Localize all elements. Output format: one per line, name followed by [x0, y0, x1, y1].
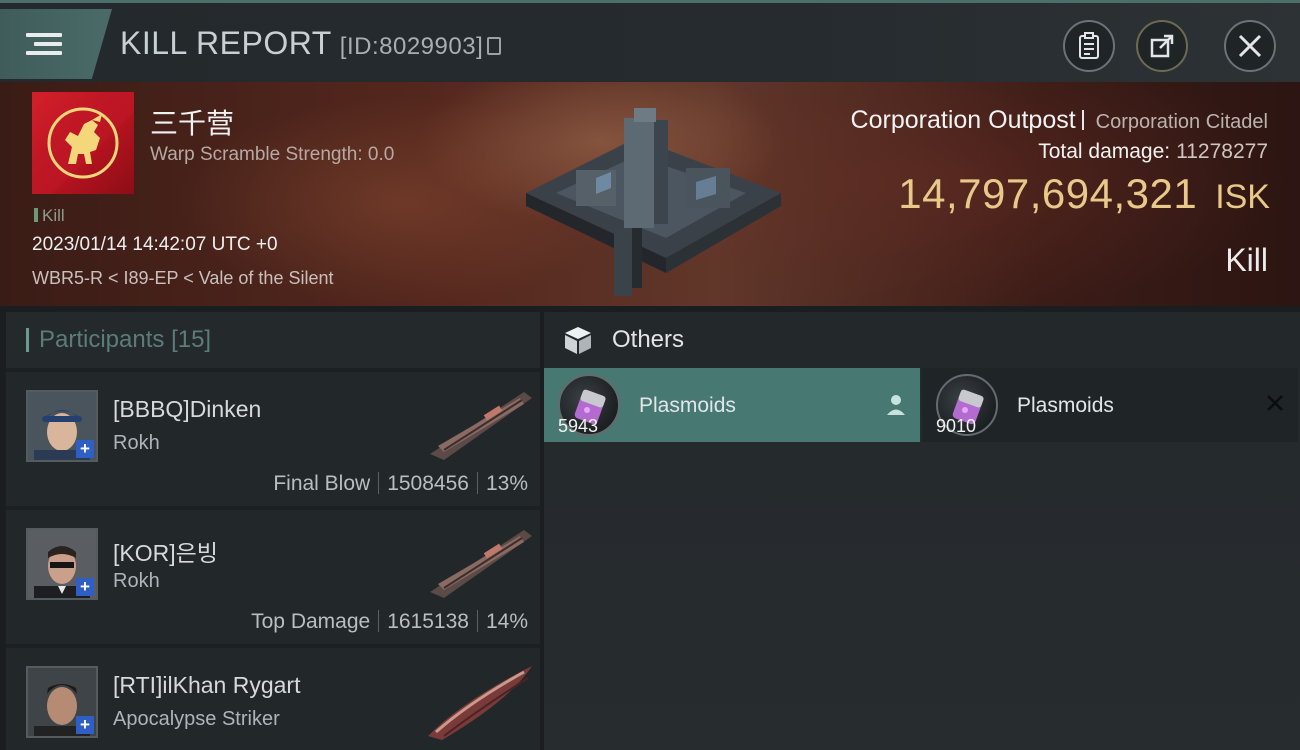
participant-stats: Final Blow 1508456 13%	[273, 472, 528, 496]
item-name: Plasmoids	[1017, 394, 1114, 417]
participant-damage: 1615138	[387, 610, 469, 633]
total-damage: Total damage: 11278277	[1038, 140, 1268, 164]
item-card[interactable]: 9010 Plasmoids	[922, 368, 1298, 442]
kill-datetime: 2023/01/14 14:42:07 UTC +0	[32, 234, 278, 255]
close-icon	[1238, 34, 1262, 58]
isk-value-row: 14,797,694,321 ISK	[898, 170, 1270, 218]
share-icon	[1150, 34, 1174, 58]
participants-label: Participants	[39, 326, 165, 353]
participant-ship: Rokh	[113, 432, 160, 454]
participants-count: [15]	[171, 326, 212, 353]
rokh-ship-image	[430, 530, 532, 598]
kill-location[interactable]: WBR5-R < I89-EP < Vale of the Silent	[32, 268, 333, 289]
kill-tag: Kill	[34, 206, 65, 226]
participant-role: Top Damage	[251, 610, 371, 633]
ship-name: Corporation Outpost	[850, 106, 1076, 134]
destroyed-x-icon	[1267, 395, 1283, 411]
participant-row[interactable]: + [KOR]은빙 Rokh Top Damage 1615138 14%	[6, 510, 540, 644]
others-header: Others	[544, 312, 1300, 368]
apocalypse-ship-image	[428, 666, 532, 740]
divider	[476, 610, 478, 632]
hamburger-icon	[26, 28, 62, 60]
close-button[interactable]	[1224, 20, 1276, 72]
warp-scramble-strength: Warp Scramble Strength: 0.0	[150, 144, 395, 165]
participant-percent: 13%	[485, 472, 528, 495]
others-label: Others	[612, 326, 685, 353]
clipboard-button[interactable]	[1063, 20, 1115, 72]
participant-row[interactable]: + [BBBQ]Dinken Rokh Final Blow 1508456 13%	[6, 372, 540, 506]
divider	[378, 472, 380, 494]
avatar[interactable]: +	[26, 666, 98, 738]
participant-name: [BBBQ]Dinken	[113, 396, 262, 422]
participant-damage: 1508456	[387, 472, 469, 495]
ship-class: Corporation Citadel	[1095, 111, 1268, 133]
victim-ship[interactable]: Corporation Outpost Corporation Citadel	[851, 106, 1268, 135]
page-title: KILL REPORT [ID:8029903]	[120, 25, 502, 62]
participants-panel: Participants [15] + [BBBQ]Dinken Rokh Fi…	[6, 312, 540, 750]
item-quantity: 9010	[936, 416, 977, 436]
others-panel: Others 5943 Plasmoids 9010 Plasmoids	[544, 312, 1300, 750]
participant-stats: Top Damage 1615138 14%	[251, 610, 528, 634]
divider	[476, 472, 478, 494]
participant-name: [KOR]은빙	[113, 540, 218, 566]
share-button[interactable]	[1136, 20, 1188, 72]
victim-name[interactable]: 三千营	[150, 102, 234, 142]
corporation-logo[interactable]	[32, 92, 134, 194]
isk-unit: ISK	[1215, 178, 1270, 216]
isk-value: 14,797,694,321	[898, 170, 1198, 217]
kill-id: [ID:8029903]	[339, 33, 484, 60]
menu-button[interactable]	[0, 9, 112, 79]
kill-summary-banner: 三千营 Warp Scramble Strength: 0.0 Kill 202…	[0, 82, 1300, 306]
cube-box-icon	[565, 327, 591, 354]
plus-icon: +	[76, 578, 94, 596]
participant-ship: Rokh	[113, 570, 160, 592]
clipboard-icon	[1079, 32, 1099, 59]
avatar[interactable]: +	[26, 528, 98, 600]
kill-type-label: Kill	[1225, 242, 1268, 278]
citadel-structure-image	[526, 108, 781, 296]
top-bar: KILL REPORT [ID:8029903]	[0, 0, 1300, 82]
title-text: KILL REPORT	[120, 25, 332, 61]
total-damage-value: 11278277	[1176, 140, 1268, 163]
total-damage-label: Total damage:	[1038, 140, 1171, 163]
rokh-ship-image	[430, 392, 532, 460]
avatar[interactable]: +	[26, 390, 98, 462]
divider	[1081, 110, 1084, 130]
copy-icon[interactable]	[487, 37, 502, 55]
plus-icon: +	[76, 440, 94, 458]
participant-percent: 14%	[485, 610, 528, 633]
plus-icon: +	[76, 716, 94, 734]
item-name: Plasmoids	[639, 394, 736, 417]
participant-ship: Apocalypse Striker	[113, 708, 280, 730]
participant-role: Final Blow	[273, 472, 371, 495]
participant-name: [RTI]ilKhan Rygart	[113, 672, 301, 698]
item-quantity: 5943	[558, 416, 599, 436]
item-card[interactable]: 5943 Plasmoids	[544, 368, 920, 442]
person-icon	[887, 395, 905, 415]
participants-header[interactable]: Participants [15]	[6, 312, 540, 368]
divider	[378, 610, 380, 632]
participant-row[interactable]: + [RTI]ilKhan Rygart Apocalypse Striker	[6, 648, 540, 750]
rearing-horse-emblem-icon	[32, 92, 134, 194]
